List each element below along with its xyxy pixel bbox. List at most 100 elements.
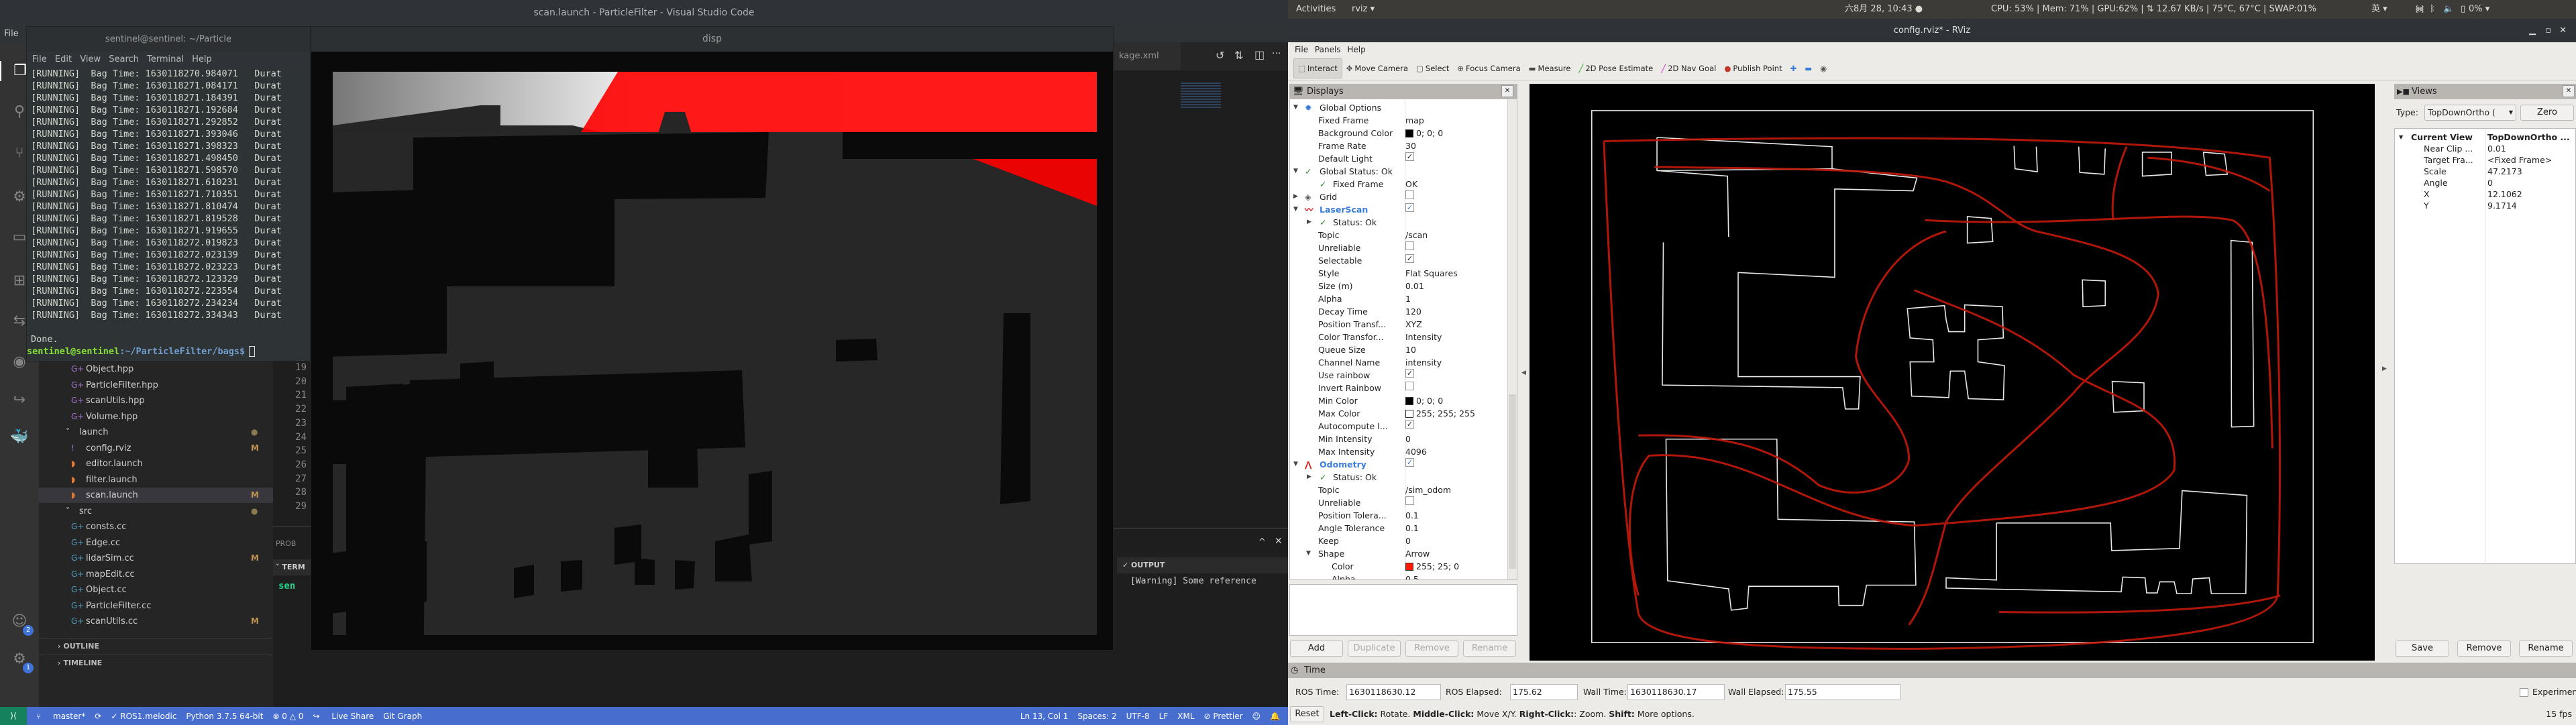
property-row[interactable]: Position Transf... XYZ [1290,318,1505,331]
remote-indicator-icon[interactable]: ⟩⟨ [0,707,27,725]
output-section-header[interactable]: ✓ OUTPUT [1117,557,1288,573]
file-item[interactable]: ◗ filter.launch [39,472,273,488]
terminal-menu-help[interactable]: Help [192,54,212,64]
expand-down-icon[interactable]: ▼ [1293,101,1298,114]
property-row[interactable]: Color 255; 25; 0 [1290,560,1505,573]
property-value[interactable]: OK [1405,178,1417,190]
property-row[interactable]: Topic/sim_odom [1290,484,1505,496]
property-row[interactable]: ▼ ✹ Global Options [1290,101,1505,114]
property-row[interactable]: Frame Rate 30 [1290,140,1505,152]
python-interpreter[interactable]: Python 3.7.5 64-bit [186,712,263,721]
sync-icon[interactable]: ⟳ [95,712,101,721]
view-property-row[interactable]: Near Clip ... 0.01 [2395,143,2573,154]
split-editor-icon[interactable]: ◫ [1254,48,1265,61]
property-row[interactable]: ▼ 〰 LaserScan ✓ [1290,203,1505,216]
file-item[interactable]: ◗ scan.launch M [39,488,273,503]
terminal-menu-terminal[interactable]: Terminal [147,54,184,64]
language-mode[interactable]: XML [1177,712,1194,721]
checkbox[interactable]: ✓ [1405,152,1414,161]
focus-camera-tool[interactable]: ⊕ Focus Camera [1453,58,1524,78]
property-value[interactable] [1405,241,1414,250]
property-row[interactable]: Use rainbow ✓ [1290,369,1505,382]
prettier[interactable]: ⊘ Prettier [1204,712,1243,721]
input-method[interactable]: 英 ▾ [2371,0,2387,19]
expand-down-icon[interactable]: ▼ [1293,165,1298,178]
terminal-menu-edit[interactable]: Edit [55,54,72,64]
checkbox[interactable]: ✓ [1405,369,1414,378]
view-property-row[interactable]: Y 9.1714 [2395,200,2573,211]
close-panel-icon[interactable]: ✕ [1501,85,1513,97]
terminal-menu-file[interactable]: File [32,54,47,64]
file-item[interactable]: G+ mapEdit.cc [39,567,273,582]
measure-tool[interactable]: ▬ Measure [1525,58,1575,78]
property-value[interactable]: 255; 25; 0 [1405,560,1459,573]
property-row[interactable]: Unreliable [1290,241,1505,254]
file-item[interactable]: G+ scanUtils.hpp [39,393,273,408]
property-row[interactable]: Decay Time 120 [1290,305,1505,318]
color-swatch[interactable] [1405,562,1413,571]
tool-properties-tool[interactable]: ◉ [1816,58,1831,78]
expand-right-icon[interactable]: ▶ [1307,471,1311,484]
expand-down-icon[interactable]: ▼ [2399,131,2403,143]
expand-down-icon[interactable]: ▼ [1293,458,1298,471]
file-item[interactable]: ◗ editor.launch [39,456,273,471]
publish-point-tool[interactable]: ● Publish Point [1720,58,1786,78]
ros-version[interactable]: ✓ ROS1.melodic [111,712,176,721]
notifications-bell-icon[interactable]: 🔔 [1270,712,1280,721]
view-property-row[interactable]: ▼ Current View TopDownOrtho ... [2395,131,2573,143]
property-value[interactable]: ✓ [1405,458,1414,467]
property-row[interactable]: Max Intensity 4096 [1290,445,1505,458]
section-timeline[interactable]: › TIMELINE [39,655,273,671]
tab-problems[interactable]: PROB [276,539,296,548]
terminal-menu-search[interactable]: Search [109,54,139,64]
battery-percent[interactable]: 0% ▾ [2469,0,2489,19]
property-row[interactable]: Default Light ✓ [1290,152,1505,165]
property-row[interactable]: Fixed Frame map [1290,114,1505,127]
collapse-right-icon[interactable]: ▶ [2382,366,2387,372]
property-value[interactable]: /sim_odom [1405,484,1451,496]
property-value[interactable]: Arrow [1405,547,1430,560]
app-menu[interactable]: rviz ▾ [1352,0,1375,19]
property-value[interactable]: 0.1 [1405,509,1419,522]
property-row[interactable]: Alpha 1 [1290,292,1505,305]
rename-view-button[interactable]: Rename [2519,640,2573,657]
rviz-menu-file[interactable]: File [1295,45,1308,54]
encoding[interactable]: UTF-8 [1126,712,1150,721]
view-property-row[interactable]: Target Fra... <Fixed Frame> [2395,154,2573,166]
volume-icon[interactable]: 🔈 [2443,0,2454,19]
ros-time-field[interactable]: 1630118630.12 [1346,684,1441,700]
scrollbar-thumb[interactable] [1509,394,1516,569]
property-value[interactable]: 1 [1405,292,1411,305]
activities-button[interactable]: Activities [1296,0,1336,19]
view-property-row[interactable]: Scale 47.2173 [2395,166,2573,177]
file-item[interactable]: G+ ParticleFilter.hpp [39,378,273,393]
property-row[interactable]: ▶ ✓ Status: Ok [1290,471,1505,484]
view-type-select[interactable]: TopDownOrtho (▼ [2424,105,2516,121]
property-row[interactable]: ▶ ✓ Status: Ok [1290,216,1505,229]
docker-icon[interactable]: 🐳 [9,427,30,447]
property-value[interactable]: map [1405,114,1424,127]
property-row[interactable]: Unreliable [1290,496,1505,509]
displays-scrollbar[interactable] [1507,99,1517,579]
indentation[interactable]: Spaces: 2 [1077,712,1116,721]
interact-tool[interactable]: ⬚ Interact [1293,58,1342,78]
collapse-left-icon[interactable]: ◀ [1521,370,1526,376]
rviz-menu-help[interactable]: Help [1347,45,1365,54]
property-value[interactable]: Intensity [1405,331,1442,343]
git-branch[interactable]: ⑂ master* [36,712,85,721]
terminal-prompt[interactable]: sentinel@sentinel:~/ParticleFilter/bags$ [27,345,310,357]
explorer-icon[interactable]: ❐ [0,61,30,81]
file-item[interactable]: G+ Volume.hpp [39,409,273,425]
close-panel-icon[interactable]: ✕ [2563,85,2575,97]
property-row[interactable]: Min Intensity 0 [1290,433,1505,445]
property-row[interactable]: Selectable ✓ [1290,254,1505,267]
property-row[interactable]: Style Flat Squares [1290,267,1505,280]
property-value[interactable]: 10 [1405,343,1416,356]
property-row[interactable]: Min Color 0; 0; 0 [1290,394,1505,407]
property-row[interactable]: Color Transfor... Intensity [1290,331,1505,343]
property-row[interactable]: ▼ ✓ Global Status: Ok [1290,165,1505,178]
add-tool-tool[interactable]: ✚ [1786,58,1801,78]
property-row[interactable]: ▶ ◈ Grid [1290,190,1505,203]
reset-button[interactable]: Reset [1290,706,1324,722]
checkbox[interactable]: ✓ [1405,458,1414,467]
